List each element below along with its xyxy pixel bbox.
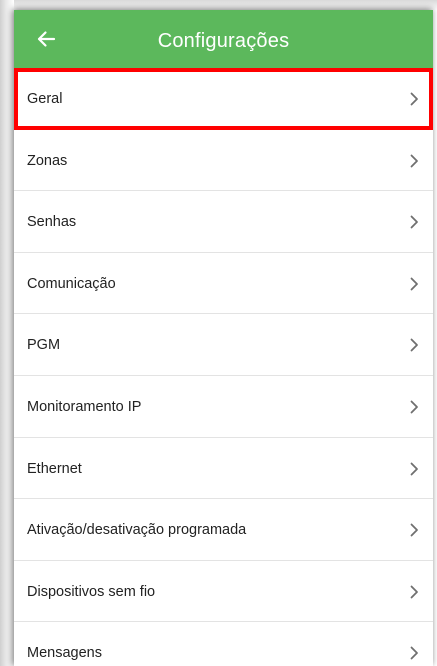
- menu-item-comunicacao[interactable]: Comunicação: [14, 252, 433, 315]
- menu-item-mensagens[interactable]: Mensagens: [14, 622, 433, 666]
- menu-item-monitoramento-ip[interactable]: Monitoramento IP: [14, 375, 433, 438]
- menu-item-label: PGM: [27, 337, 61, 354]
- app-bar: Configurações: [14, 10, 433, 68]
- menu-item-label: Geral: [27, 91, 63, 107]
- chevron-right-icon: [407, 337, 421, 353]
- chevron-right-icon: [407, 399, 421, 415]
- left-shadow-edge: [0, 0, 14, 666]
- menu-item-ativacao-desativacao[interactable]: Ativação/desativação programada: [14, 499, 433, 561]
- chevron-right-icon: [407, 276, 421, 292]
- chevron-right-icon: [407, 153, 421, 169]
- menu-item-geral[interactable]: Geral: [14, 68, 433, 130]
- settings-menu-list: Geral Zonas Senhas Comunicação PGM Monit…: [14, 68, 433, 666]
- app-screen: Configurações Geral Zonas Senhas Comunic…: [14, 10, 433, 666]
- menu-item-label: Senhas: [27, 214, 77, 231]
- chevron-right-icon: [407, 461, 421, 477]
- menu-item-ethernet[interactable]: Ethernet: [14, 437, 433, 500]
- chevron-right-icon: [407, 214, 421, 230]
- menu-item-label: Monitoramento IP: [27, 398, 142, 415]
- menu-item-label: Ativação/desativação programada: [27, 522, 247, 539]
- chevron-right-icon: [407, 91, 421, 107]
- menu-item-zonas[interactable]: Zonas: [14, 129, 433, 192]
- menu-item-label: Mensagens: [27, 645, 102, 662]
- screenshot-stage: Configurações Geral Zonas Senhas Comunic…: [0, 0, 437, 666]
- menu-item-dispositivos-sem-fio[interactable]: Dispositivos sem fio: [14, 560, 433, 623]
- chevron-right-icon: [407, 522, 421, 538]
- menu-item-label: Dispositivos sem fio: [27, 583, 156, 600]
- arrow-left-icon: [37, 31, 56, 47]
- page-title: Configurações: [157, 30, 290, 52]
- chevron-right-icon: [407, 645, 421, 661]
- menu-item-senhas[interactable]: Senhas: [14, 191, 433, 253]
- top-shadow-edge: [14, 0, 437, 10]
- back-button[interactable]: [28, 21, 64, 57]
- menu-item-pgm[interactable]: PGM: [14, 314, 433, 376]
- menu-item-label: Zonas: [27, 152, 68, 169]
- menu-item-label: Comunicação: [27, 275, 116, 292]
- menu-item-label: Ethernet: [27, 460, 82, 477]
- chevron-right-icon: [407, 584, 421, 600]
